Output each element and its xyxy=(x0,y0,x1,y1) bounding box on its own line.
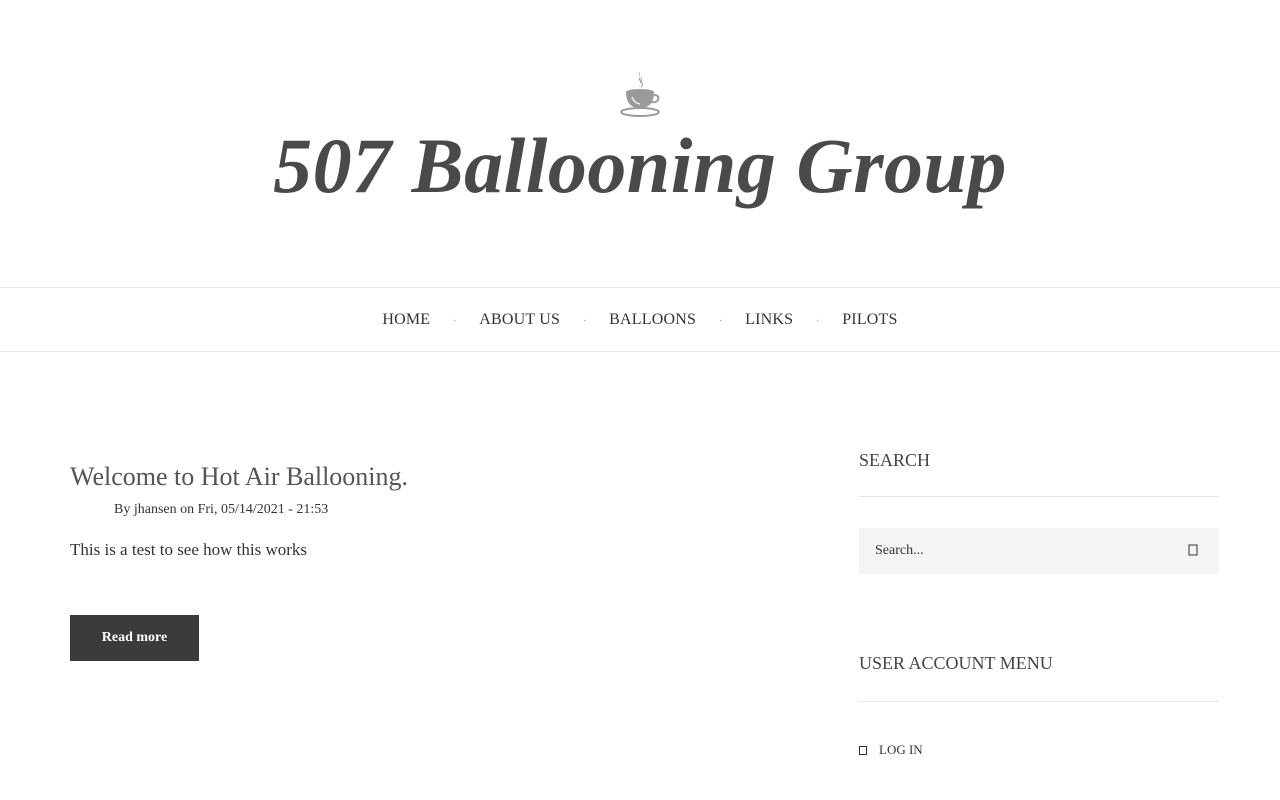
article-teaser: Welcome to Hot Air Ballooning. By jhanse… xyxy=(70,460,790,661)
nav-item-pilots[interactable]: PILOTS xyxy=(842,311,897,328)
page: 507 Ballooning Group HOME · ABOUT US · B… xyxy=(0,0,1280,800)
search-submit-button[interactable] xyxy=(1185,542,1203,560)
sidebar: SEARCH USER ACCOUNT MENU LO xyxy=(859,448,1219,758)
log-in-link[interactable]: LOG IN xyxy=(859,742,1219,758)
article-title[interactable]: Welcome to Hot Air Ballooning. xyxy=(70,460,790,494)
main-nav: HOME · ABOUT US · BALLOONS · LINKS · PIL… xyxy=(0,287,1280,352)
nav-separator: · xyxy=(582,315,587,327)
nav-separator: · xyxy=(453,315,457,327)
article-meta: By jhansen on Fri, 05/14/2021 - 21:53 xyxy=(114,502,329,517)
search-block: SEARCH xyxy=(859,448,1219,574)
article-body: This is a test to see how this works xyxy=(70,540,308,559)
coffee-cup-icon[interactable] xyxy=(619,70,661,118)
search-input[interactable] xyxy=(859,528,1159,574)
log-in-label: LOG IN xyxy=(879,742,923,757)
user-account-menu-title: USER ACCOUNT MENU xyxy=(859,651,1219,702)
nav-list: HOME · ABOUT US · BALLOONS · LINKS · PIL… xyxy=(382,311,897,329)
nav-item-balloons[interactable]: BALLOONS xyxy=(609,311,696,328)
nav-item-about-us[interactable]: ABOUT US xyxy=(479,311,560,328)
search-icon xyxy=(1188,544,1198,556)
nav-item-links[interactable]: LINKS xyxy=(745,311,793,328)
user-icon xyxy=(859,745,867,755)
site-title[interactable]: 507 Ballooning Group xyxy=(0,118,1280,214)
nav-item-home[interactable]: HOME xyxy=(382,311,430,328)
nav-separator: · xyxy=(816,315,820,327)
user-account-menu-block: USER ACCOUNT MENU LOG IN xyxy=(859,651,1219,758)
read-more-button[interactable]: Read more xyxy=(70,615,199,661)
search-block-title: SEARCH xyxy=(859,448,1219,497)
site-header: 507 Ballooning Group xyxy=(0,0,1280,287)
search-form xyxy=(859,528,1219,574)
nav-separator: · xyxy=(718,315,723,327)
user-account-menu: LOG IN xyxy=(859,742,1219,758)
